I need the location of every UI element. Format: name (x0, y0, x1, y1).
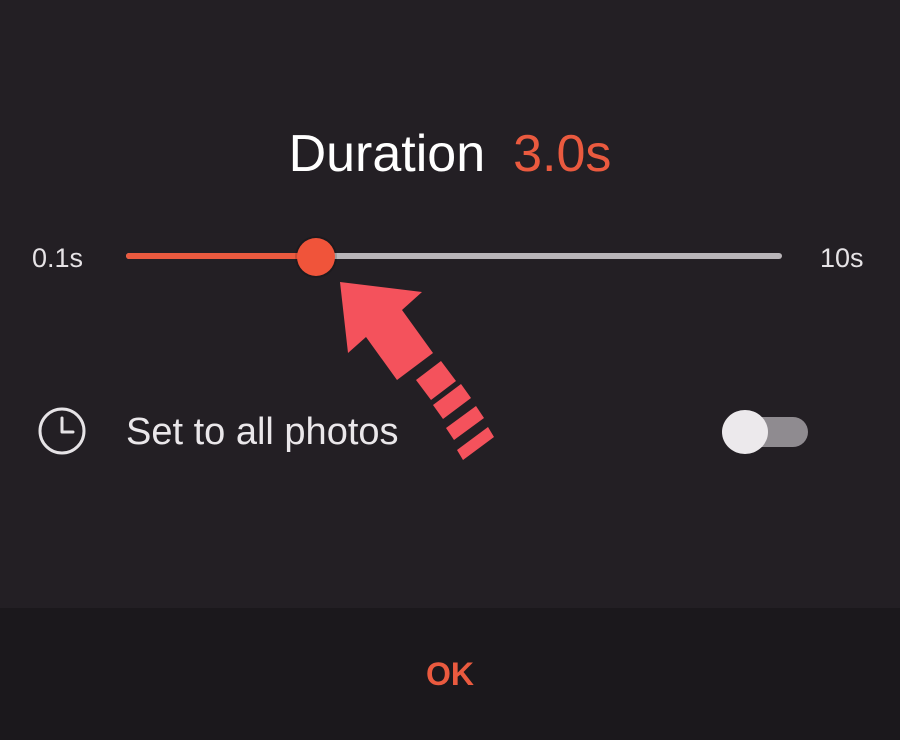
clock-icon (38, 407, 86, 455)
dialog-footer: OK (0, 608, 900, 740)
duration-slider[interactable] (126, 238, 782, 276)
set-to-all-toggle[interactable] (722, 410, 808, 454)
slider-min-label: 0.1s (32, 243, 84, 273)
toggle-knob (722, 410, 768, 454)
slider-max-label: 10s (820, 243, 864, 273)
ok-button[interactable]: OK (0, 608, 900, 740)
slider-thumb[interactable] (297, 238, 335, 276)
title-label: Duration (288, 125, 486, 183)
slider-fill (126, 253, 316, 259)
set-to-all-label: Set to all photos (126, 411, 399, 453)
duration-dialog: Duration 3.0s 0.1s 10s Set to all photos … (0, 0, 900, 740)
dialog-title: Duration 3.0s (0, 122, 900, 186)
set-to-all-row[interactable]: Set to all photos (0, 400, 900, 460)
duration-value: 3.0s (513, 125, 612, 183)
